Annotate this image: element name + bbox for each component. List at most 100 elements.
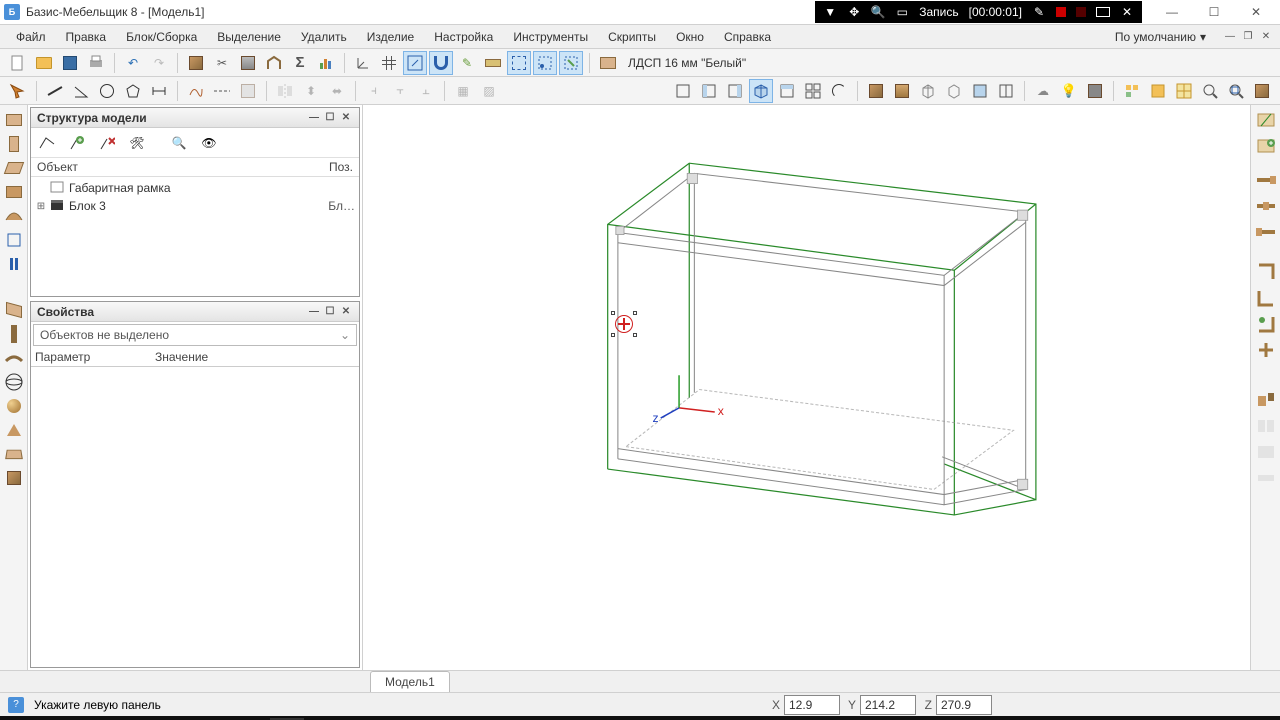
save-button[interactable] (58, 51, 82, 75)
magnet-button[interactable] (429, 51, 453, 75)
shade-1-button[interactable] (864, 79, 888, 103)
cut-button[interactable]: ✂ (210, 51, 234, 75)
rec-move-icon[interactable]: ✥ (847, 5, 861, 19)
edge-button[interactable] (262, 51, 286, 75)
profile-icon[interactable] (3, 299, 25, 321)
mdi-restore-button[interactable]: ❐ (1240, 30, 1256, 44)
ball-icon[interactable] (3, 395, 25, 417)
measure-button[interactable] (481, 51, 505, 75)
menu-scripts[interactable]: Скрипты (598, 28, 666, 46)
screen-recorder-overlay[interactable]: ▼ ✥ 🔍 ▭ Запись [00:00:01] ✎ ✕ (815, 1, 1142, 23)
package-button[interactable] (1250, 79, 1274, 103)
rec-pause-icon[interactable] (1056, 7, 1066, 17)
tree-row[interactable]: Габаритная рамка (35, 179, 355, 197)
r-slot-2-icon[interactable] (1255, 195, 1277, 217)
coord-z-input[interactable]: 270.9 (936, 695, 992, 715)
rec-dropdown-icon[interactable]: ▼ (823, 5, 837, 19)
r-extend-icon[interactable] (1255, 467, 1277, 489)
r-corner-2-icon[interactable] (1255, 287, 1277, 309)
mirror-v-button[interactable]: ⬍ (299, 79, 323, 103)
panel-front-icon[interactable] (3, 181, 25, 203)
sum-button[interactable]: Σ (288, 51, 312, 75)
r-mid-icon[interactable] (1255, 339, 1277, 361)
r-add-icon[interactable] (1255, 135, 1277, 157)
tree-visibility-icon[interactable]: 👁 (197, 131, 221, 155)
layout-preset-dropdown[interactable]: По умолчанию▾ (1105, 28, 1216, 46)
texture-button[interactable] (968, 79, 992, 103)
align-r-button[interactable]: ⫠ (414, 79, 438, 103)
board-icon[interactable] (3, 443, 25, 465)
coord-y-input[interactable]: 214.2 (860, 695, 916, 715)
rec-crop-icon[interactable]: ▭ (895, 5, 909, 19)
view-top-button[interactable] (775, 79, 799, 103)
menu-edit[interactable]: Правка (56, 28, 117, 46)
array-button[interactable]: ⬌ (325, 79, 349, 103)
menu-product[interactable]: Изделие (357, 28, 425, 46)
r-connect-icon[interactable] (1255, 389, 1277, 411)
rec-zoom-icon[interactable]: 🔍 (871, 5, 885, 19)
panel-max-icon[interactable]: ☐ (323, 111, 337, 125)
orbit-button[interactable] (827, 79, 851, 103)
menu-file[interactable]: Файл (6, 28, 56, 46)
section-icon[interactable] (3, 253, 25, 275)
panel-horiz-icon[interactable] (3, 109, 25, 131)
spline-button[interactable] (184, 79, 208, 103)
select-mode-3[interactable] (559, 51, 583, 75)
circle-button[interactable] (95, 79, 119, 103)
render-cloud-button[interactable]: ☁ (1031, 79, 1055, 103)
group-button[interactable]: ▦ (451, 79, 475, 103)
panel-min-icon[interactable]: — (307, 111, 321, 125)
material-icon[interactable] (596, 51, 620, 75)
mdi-minimize-button[interactable]: — (1222, 30, 1238, 44)
line-button[interactable] (43, 79, 67, 103)
coord-x-input[interactable]: 12.9 (784, 695, 840, 715)
panel-close-icon[interactable]: ✕ (339, 111, 353, 125)
paste-button[interactable] (236, 51, 260, 75)
axes-button[interactable] (351, 51, 375, 75)
viewport-3d[interactable]: x z (363, 105, 1250, 670)
panel-min-icon[interactable]: — (307, 305, 321, 319)
snap-button[interactable] (403, 51, 427, 75)
align-l-button[interactable]: ⫞ (362, 79, 386, 103)
copy-button[interactable] (184, 51, 208, 75)
leg-icon[interactable] (3, 323, 25, 345)
mdi-close-button[interactable]: ✕ (1258, 30, 1274, 44)
mirror-h-button[interactable] (273, 79, 297, 103)
pointer-button[interactable] (6, 79, 30, 103)
tree-add-icon[interactable] (65, 131, 89, 155)
panel-max-icon[interactable]: ☐ (323, 305, 337, 319)
light-button[interactable] (1057, 79, 1081, 103)
ungroup-button[interactable]: ▨ (477, 79, 501, 103)
r-corner-1-icon[interactable] (1255, 261, 1277, 283)
split-view-button[interactable] (994, 79, 1018, 103)
rec-close-icon[interactable]: ✕ (1120, 5, 1134, 19)
menu-window[interactable]: Окно (666, 28, 714, 46)
r-split-icon[interactable] (1255, 415, 1277, 437)
panel-flat-icon[interactable] (3, 157, 25, 179)
inspect-button[interactable] (1198, 79, 1222, 103)
polygon-button[interactable] (121, 79, 145, 103)
new-button[interactable] (6, 51, 30, 75)
r-corner-3-icon[interactable] (1255, 313, 1277, 335)
view-multi-button[interactable] (801, 79, 825, 103)
r-slot-3-icon[interactable] (1255, 221, 1277, 243)
tree-remove-icon[interactable] (95, 131, 119, 155)
layers-button[interactable] (1146, 79, 1170, 103)
menu-help[interactable]: Справка (714, 28, 781, 46)
structure-tree[interactable]: Габаритная рамка ⊞ Блок 3 Бл… (31, 177, 359, 296)
menu-block[interactable]: Блок/Сборка (116, 28, 207, 46)
menu-delete[interactable]: Удалить (291, 28, 357, 46)
menu-selection[interactable]: Выделение (207, 28, 291, 46)
cone-icon[interactable] (3, 419, 25, 441)
box-icon[interactable] (3, 229, 25, 251)
angle-button[interactable] (69, 79, 93, 103)
tree-tools-icon[interactable]: 🛠 (125, 131, 149, 155)
chart-button[interactable] (314, 51, 338, 75)
panel-curve-icon[interactable] (3, 205, 25, 227)
shelf-icon[interactable] (3, 347, 25, 369)
print-button[interactable] (84, 51, 108, 75)
highlighter-button[interactable]: ✎ (455, 51, 479, 75)
grid-button[interactable] (377, 51, 401, 75)
select-mode-1[interactable] (507, 51, 531, 75)
selection-dropdown[interactable]: Объектов не выделено ⌄ (33, 324, 357, 346)
